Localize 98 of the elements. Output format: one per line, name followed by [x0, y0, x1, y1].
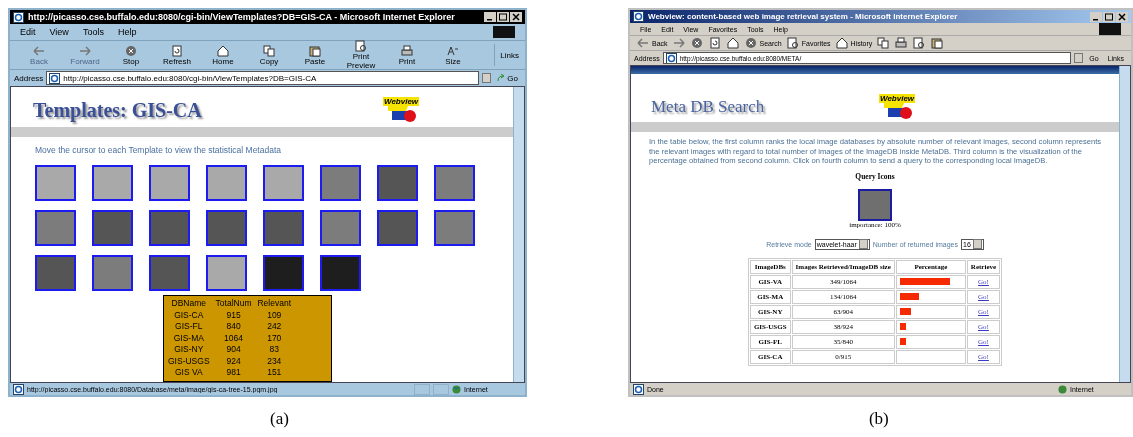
- photo-placeholder: [858, 188, 892, 221]
- back-arrow-icon: [32, 44, 46, 57]
- photo-placeholder[interactable]: [320, 210, 361, 246]
- page-heading: Meta DB Search: [651, 97, 765, 117]
- menu-item[interactable]: Help: [117, 27, 137, 37]
- table-cell-text: GIS VA: [173, 367, 204, 379]
- toolbar-button[interactable]: Home: [200, 44, 246, 66]
- photo-placeholder[interactable]: [149, 165, 190, 201]
- browser-icon: [13, 11, 24, 23]
- maximize-icon[interactable]: [1103, 11, 1115, 22]
- printer-icon: [894, 37, 909, 49]
- table-cell-text: 915: [225, 309, 242, 321]
- photo-placeholder[interactable]: [320, 165, 361, 201]
- copy-icon: [876, 37, 891, 49]
- stop-icon: [124, 44, 138, 57]
- table-cell-text: 904: [225, 344, 242, 356]
- photo-placeholder[interactable]: [206, 255, 247, 291]
- table-cell-text: 840: [225, 321, 242, 333]
- toolbar-button[interactable]: Size: [430, 44, 476, 66]
- menu-item[interactable]: View: [49, 27, 69, 37]
- menu-item[interactable]: Tools: [82, 27, 104, 37]
- home-icon: [216, 44, 230, 57]
- toolbar-button[interactable]: Print Preview: [338, 40, 384, 70]
- arrow-icon: [497, 74, 506, 82]
- table-cell-text: GIS-FL: [174, 321, 204, 333]
- paste-icon: [308, 44, 322, 57]
- copy-icon: [262, 44, 276, 57]
- column-header: Relevant: [257, 298, 292, 310]
- column-header: TotalNum: [215, 298, 252, 310]
- toolbar-button[interactable]: Stop: [108, 44, 154, 66]
- home-icon: [725, 37, 740, 49]
- toolbar-button[interactable]: Print: [384, 44, 430, 66]
- figure-caption: (b): [868, 409, 889, 429]
- address-field[interactable]: http://picasso.cse.buffalo.edu:8080/cgi-bin/ViewTemplates?DB=GIS-CA: [46, 71, 480, 85]
- toolbar-button[interactable]: Paste: [292, 44, 338, 66]
- page-icon: [49, 72, 61, 84]
- scrollbar[interactable]: [1119, 66, 1130, 382]
- table-cell-text: 924: [225, 355, 242, 367]
- globe-icon: [1058, 384, 1067, 394]
- font-size-icon: [446, 44, 460, 57]
- table-cell-text: 981: [225, 367, 242, 379]
- toolbar-button[interactable]: Refresh: [154, 44, 200, 66]
- photo-placeholder[interactable]: [263, 165, 304, 201]
- globe-icon: [452, 384, 461, 394]
- table-cell-text: 234: [266, 355, 283, 367]
- photo-placeholder[interactable]: [35, 165, 76, 201]
- table-cell-text: GIS-CA: [173, 309, 205, 321]
- forward-arrow-icon: [671, 37, 686, 49]
- photo-placeholder[interactable]: [92, 165, 133, 201]
- scrollbar[interactable]: [513, 87, 524, 382]
- photo-placeholder[interactable]: [92, 255, 133, 291]
- photo-placeholder[interactable]: [320, 255, 361, 291]
- photo-placeholder[interactable]: [206, 165, 247, 201]
- go-button[interactable]: Go: [494, 73, 521, 83]
- stop-icon: [689, 37, 704, 49]
- photo-placeholder[interactable]: [263, 255, 304, 291]
- table-cell-text: GIS-NY: [173, 344, 205, 356]
- close-icon[interactable]: [510, 12, 522, 22]
- print-preview-icon: [912, 37, 927, 49]
- home-icon: [834, 37, 849, 49]
- address-label: Address: [14, 73, 44, 83]
- column-header: DBName: [170, 298, 207, 310]
- table-cell-text: 170: [266, 332, 283, 344]
- page-icon: [665, 53, 677, 63]
- print-preview-icon: [354, 40, 368, 52]
- table-cell-text: 151: [266, 367, 283, 379]
- browser-icon: [633, 11, 644, 22]
- window-title: Webview: content-based web image retrieval system - Microsoft Internet Explorer: [648, 12, 959, 21]
- toolbar-button[interactable]: Copy: [246, 44, 292, 66]
- photo-placeholder[interactable]: [35, 210, 76, 246]
- refresh-icon: [707, 37, 722, 49]
- paste-icon: [930, 37, 945, 49]
- printer-icon: [400, 44, 414, 57]
- forward-arrow-icon: [78, 44, 92, 57]
- webview-logo: Webview: [879, 94, 919, 120]
- menu-item[interactable]: Edit: [20, 27, 36, 37]
- figure-caption: (a): [270, 409, 289, 429]
- table-cell: GIS-USGS: [168, 355, 210, 367]
- table-cell-text: 109: [266, 309, 283, 321]
- window-title: http://picasso.cse.buffalo.edu:8080/cgi-bin/ViewTemplates?DB=GIS-CA - Microsoft Internet Explorer: [28, 12, 456, 22]
- links-button[interactable]: Links: [494, 44, 519, 66]
- photo-placeholder[interactable]: [434, 210, 475, 246]
- page-heading: Templates: GIS-CA: [33, 98, 202, 122]
- table-cell-text: 83: [268, 344, 280, 356]
- table-cell-text: 1064: [223, 332, 244, 344]
- close-icon[interactable]: [1116, 11, 1128, 22]
- webview-logo: Webview: [383, 97, 423, 123]
- print-preview-icon: [785, 37, 800, 49]
- maximize-icon[interactable]: [497, 12, 509, 22]
- instruction-text: Move the cursor to each Template to view the statistical Metadata: [34, 144, 282, 157]
- refresh-icon: [170, 44, 184, 57]
- photo-placeholder[interactable]: [434, 165, 475, 201]
- table-cell-text: 242: [266, 321, 283, 333]
- table-cell-text: GIS-MA: [172, 332, 205, 344]
- minimize-icon[interactable]: [1090, 11, 1102, 22]
- minimize-icon[interactable]: [484, 12, 496, 22]
- back-arrow-icon: [636, 37, 650, 49]
- stop-icon: [743, 37, 758, 49]
